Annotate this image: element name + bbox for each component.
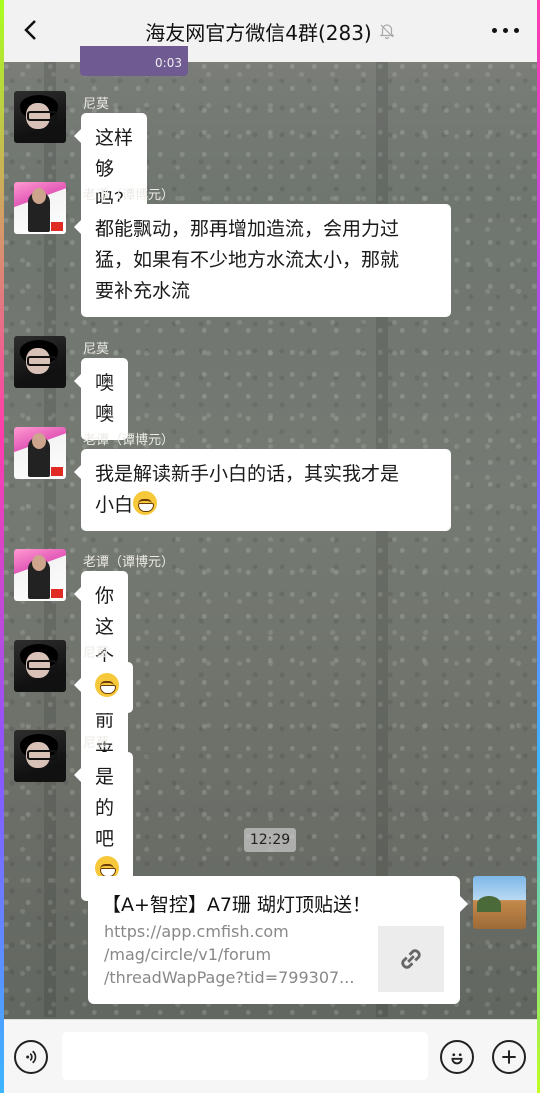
avatar[interactable] xyxy=(14,182,66,234)
link-url-line: /threadWapPage?tid=799307... xyxy=(104,968,355,987)
shared-link-card[interactable]: 【A+智控】A7珊 瑚灯顶贴送！ https://app.cmfish.com … xyxy=(88,876,468,1004)
message-input[interactable] xyxy=(62,1032,428,1080)
sender-name: 尼莫 xyxy=(83,342,110,357)
chat-screen: 海友网官方微信4群(283) 0:03 尼莫 这样够吗？ 老谭（谭博元） 都能飘… xyxy=(0,0,540,1093)
sender-name: 尼莫 xyxy=(83,646,110,661)
avatar[interactable] xyxy=(14,730,66,782)
my-avatar[interactable] xyxy=(473,876,526,929)
message-bubble[interactable]: 我是解读新手小白的话，其实我才是 小白 xyxy=(74,449,451,531)
voice-icon[interactable] xyxy=(14,1040,48,1074)
avatar[interactable] xyxy=(14,336,66,388)
sender-name: 老谭（谭博元） xyxy=(83,188,175,203)
message-bubble[interactable]: 是的吧 xyxy=(74,752,133,896)
link-url-line: https://app.cmfish.com xyxy=(104,922,289,941)
link-thumbnail xyxy=(378,926,444,992)
avatar[interactable] xyxy=(14,91,66,143)
mute-bell-icon xyxy=(379,24,395,40)
plus-icon[interactable] xyxy=(492,1040,526,1074)
message-line: 要补充水流 xyxy=(95,280,191,302)
grin-emoji-icon xyxy=(95,673,119,697)
left-edge-glow xyxy=(0,0,4,1093)
message-text: 噢噢 xyxy=(95,372,115,425)
message-timestamp: 12:29 xyxy=(244,828,296,852)
message-line: 猛，如果有不少地方水流太小，那就 xyxy=(95,249,400,271)
previous-video-message[interactable]: 0:03 xyxy=(80,46,188,76)
link-icon xyxy=(401,949,421,969)
message-line: 小白 xyxy=(95,494,134,516)
avatar[interactable] xyxy=(14,640,66,692)
input-bar xyxy=(4,1019,537,1093)
sender-name: 老谭（谭博元） xyxy=(83,433,175,448)
avatar[interactable] xyxy=(14,549,66,601)
message-bubble[interactable] xyxy=(74,662,133,713)
message-line: 我是解读新手小白的话，其实我才是 xyxy=(95,463,400,485)
link-title: 【A+智控】A7珊 瑚灯顶贴送！ xyxy=(102,894,372,916)
message-bubble[interactable]: 噢噢 xyxy=(73,358,129,440)
sender-name: 尼莫 xyxy=(83,736,110,751)
message-line-with-emoji: 小白 xyxy=(95,490,437,521)
grin-emoji-icon xyxy=(133,491,158,515)
video-duration: 0:03 xyxy=(155,56,182,70)
link-url-line: /mag/circle/v1/forum xyxy=(104,945,272,964)
more-icon[interactable] xyxy=(492,28,519,33)
emoji-icon[interactable] xyxy=(440,1040,474,1074)
message-text: 是的吧 xyxy=(95,766,115,850)
message-line: 都能飘动，那再增加造流，会用力过 xyxy=(95,218,400,240)
sender-name: 尼莫 xyxy=(83,97,110,112)
message-bubble[interactable]: 都能飘动，那再增加造流，会用力过 猛，如果有不少地方水流太小，那就 要补充水流 xyxy=(74,204,451,317)
sender-name: 老谭（谭博元） xyxy=(83,555,175,570)
avatar[interactable] xyxy=(14,427,66,479)
link-url: https://app.cmfish.com /mag/circle/v1/fo… xyxy=(104,920,358,989)
chat-title: 海友网官方微信4群(283) xyxy=(145,20,372,45)
